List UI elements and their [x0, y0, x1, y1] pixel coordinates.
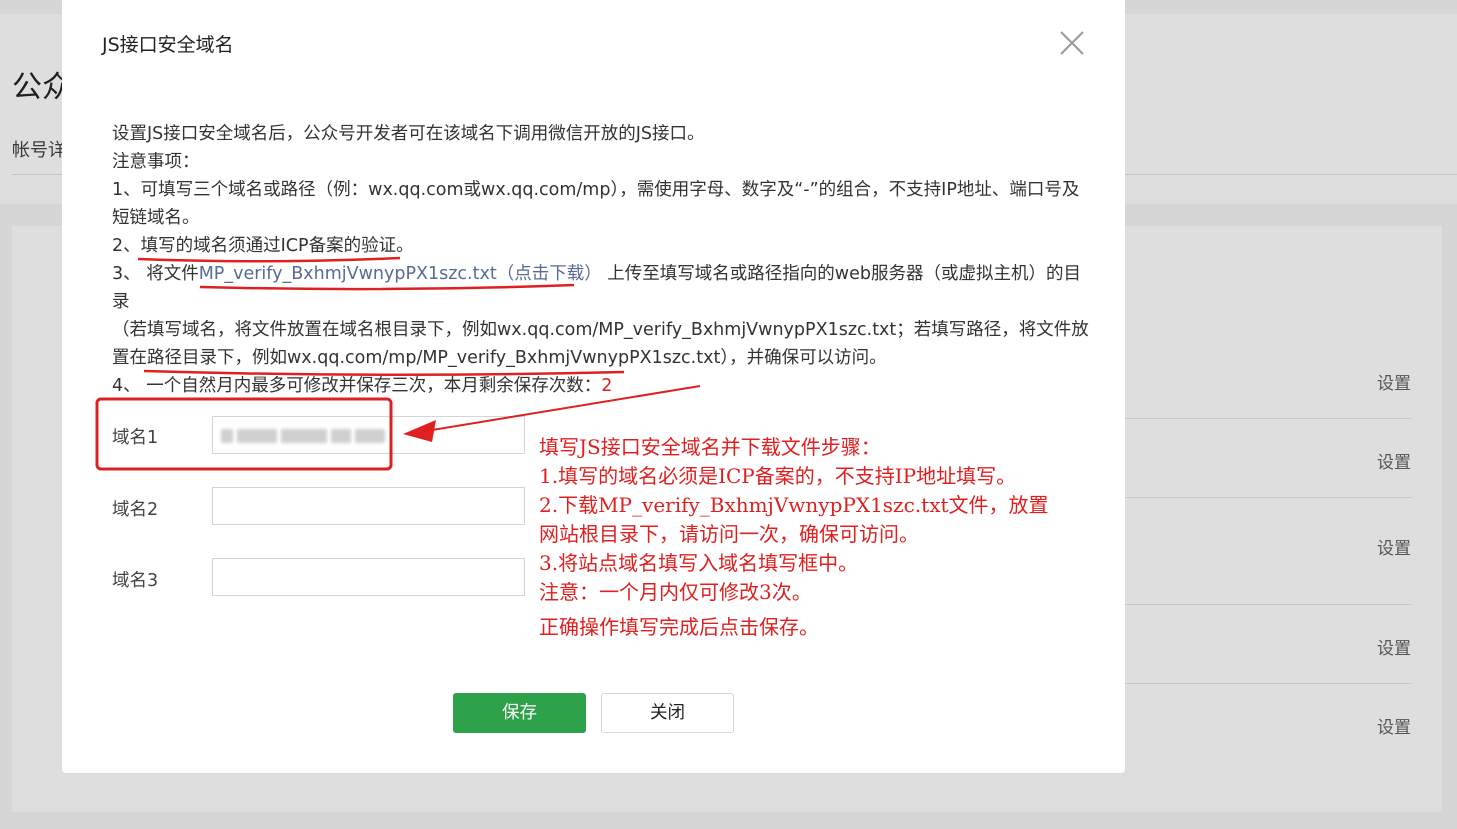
background-set-link[interactable]: 设置: [1377, 448, 1411, 473]
note-3-line-3: 置在路径目录下，例如wx.qq.com/mp/MP_verify_BxhmjVw…: [112, 348, 887, 368]
background-subtab[interactable]: 帐号详: [12, 136, 66, 162]
annotation-line: 填写JS接口安全域名并下载文件步骤：: [539, 435, 881, 459]
note-4: 4、 一个自然月内最多可修改并保存三次，本月剩余保存次数：2: [112, 372, 1092, 400]
annotation-line: 1.填写的域名必须是ICP备案的，不支持IP地址填写。: [539, 464, 1017, 488]
note-1: 1、可填写三个域名或路径（例：wx.qq.com或wx.qq.com/mp），需…: [112, 180, 1080, 200]
domain1-label: 域名1: [112, 428, 159, 448]
background-set-link[interactable]: 设置: [1377, 713, 1411, 738]
notes-intro: 设置JS接口安全域名后，公众号开发者可在该域名下调用微信开放的JS接口。: [112, 124, 705, 144]
redacted-domain-value: [221, 429, 385, 443]
annotation-line: 2.下载MP_verify_BxhmjVwnypPX1szc.txt文件，放置: [539, 493, 1049, 517]
background-set-link[interactable]: 设置: [1377, 369, 1411, 394]
background-set-link[interactable]: 设置: [1377, 634, 1411, 659]
domain2-label: 域名2: [112, 500, 159, 520]
notes-heading: 注意事项：: [112, 152, 200, 172]
background-row-divider: [1125, 418, 1412, 419]
domain1-input[interactable]: [212, 416, 525, 454]
domain3-label: 域名3: [112, 571, 159, 591]
dialog-notes: 设置JS接口安全域名后，公众号开发者可在该域名下调用微信开放的JS接口。 注意事…: [112, 120, 1092, 400]
annotation-line: 正确操作填写完成后点击保存。: [539, 615, 819, 639]
note-3-line-2: （若填写域名，将文件放置在域名根目录下，例如wx.qq.com/MP_verif…: [112, 320, 1089, 340]
js-domain-dialog: JS接口安全域名 设置JS接口安全域名后，公众号开发者可在该域名下调用微信开放的…: [62, 0, 1125, 773]
annotation-line: 网站根目录下，请访问一次，确保可访问。: [539, 522, 919, 546]
note-1-continued: 短链域名。: [112, 208, 200, 228]
save-button[interactable]: 保存: [453, 693, 586, 733]
background-set-link[interactable]: 设置: [1377, 534, 1411, 559]
verify-file-download-link[interactable]: MP_verify_BxhmjVwnypPX1szc.txt（点击下载）: [199, 264, 602, 284]
note-3: 3、 将文件MP_verify_BxhmjVwnypPX1szc.txt（点击下…: [112, 260, 1092, 316]
close-button[interactable]: 关闭: [601, 693, 734, 733]
note-2: 2、填写的域名须通过ICP备案的验证。: [112, 236, 414, 256]
background-row-divider: [1125, 683, 1412, 684]
remaining-save-count: 2: [601, 376, 613, 396]
annotation-line: 3.将站点域名填写入域名填写框中。: [539, 551, 859, 575]
domain2-input[interactable]: [212, 487, 525, 525]
note-4-prefix: 4、 一个自然月内最多可修改并保存三次，本月剩余保存次数：: [112, 376, 602, 396]
background-row-divider: [1125, 604, 1412, 605]
background-row-divider: [1125, 497, 1412, 498]
annotation-line: 注意：一个月内仅可修改3次。: [539, 580, 812, 604]
note-3-prefix: 3、 将文件: [112, 264, 199, 284]
domain3-input[interactable]: [212, 558, 525, 596]
close-icon[interactable]: [1059, 30, 1085, 56]
dialog-title: JS接口安全域名: [102, 34, 234, 56]
